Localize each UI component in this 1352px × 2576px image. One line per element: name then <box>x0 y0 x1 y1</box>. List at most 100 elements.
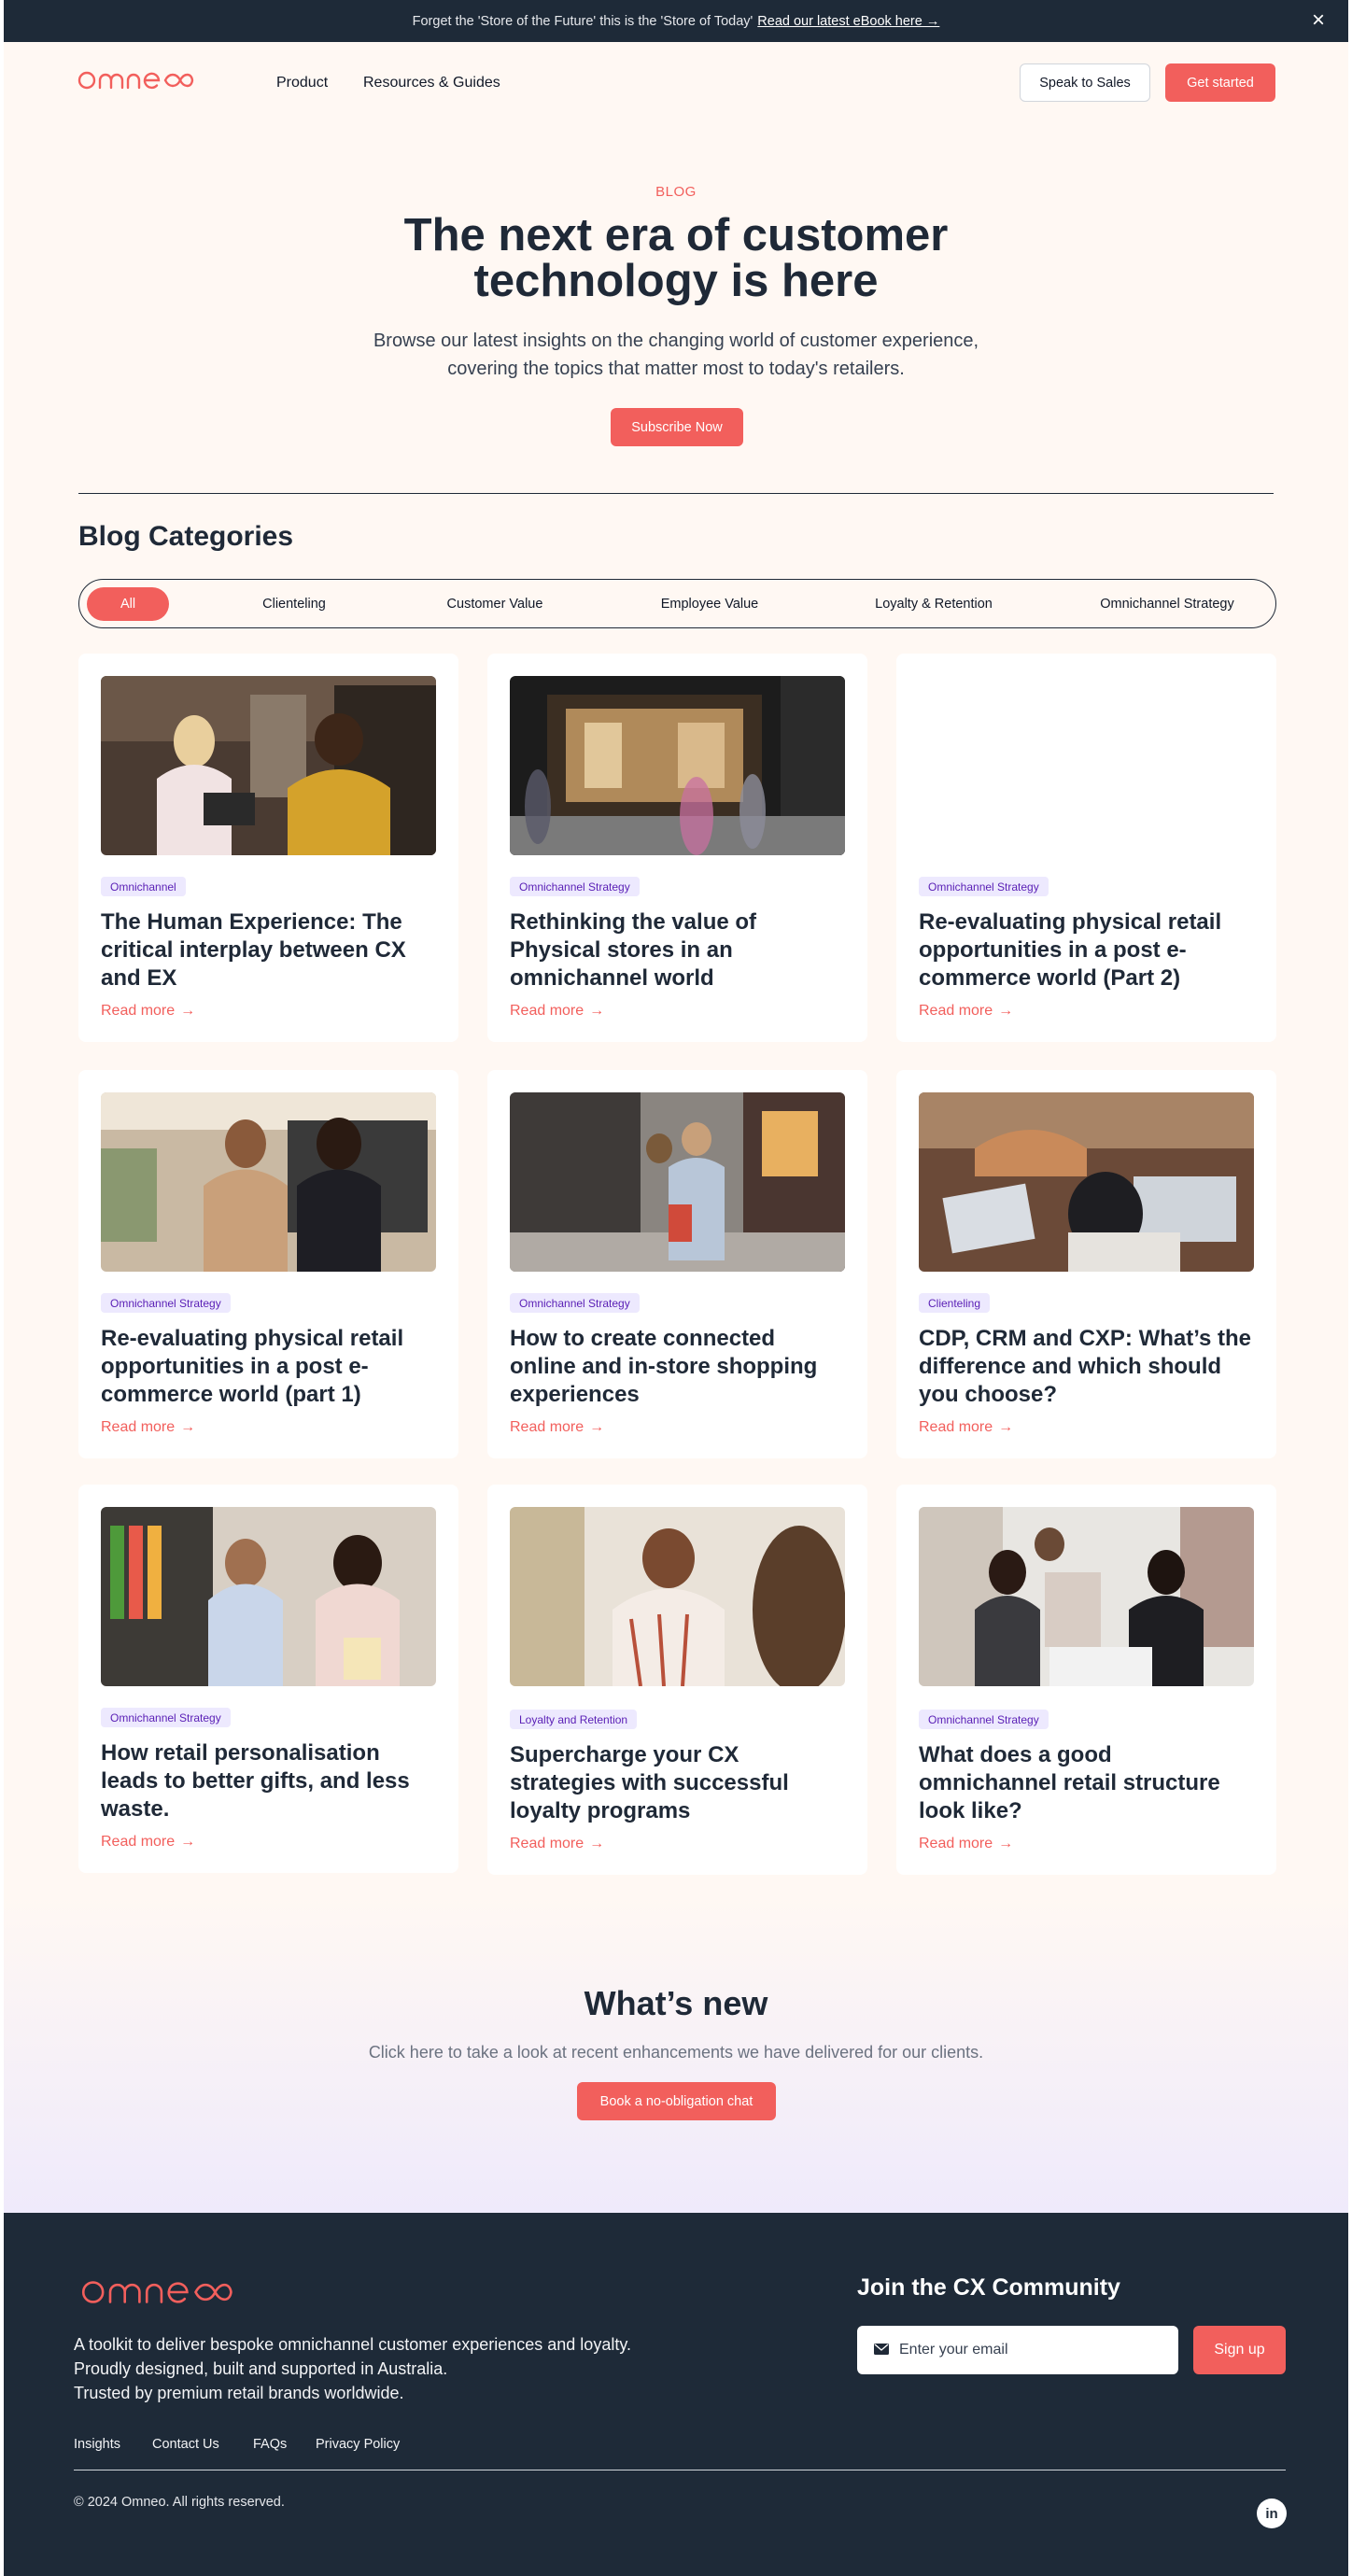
post-tag[interactable]: Loyalty and Retention <box>510 1710 638 1729</box>
post-title[interactable]: How retail personalisation leads to bett… <box>101 1739 437 1823</box>
read-more-label: Read more <box>510 1003 584 1019</box>
whats-new-title: What’s new <box>584 1984 768 2022</box>
post-tag[interactable]: Omnichannel <box>101 877 186 896</box>
categories-title: Blog Categories <box>78 521 294 552</box>
post-card[interactable]: Clienteling CDP, CRM and CXP: What’s the… <box>896 1070 1276 1458</box>
post-card[interactable]: Omnichannel Strategy Re-evaluating physi… <box>896 654 1276 1042</box>
post-card[interactable]: Omnichannel Strategy What does a good om… <box>896 1485 1276 1875</box>
post-image <box>101 1092 436 1272</box>
post-tag[interactable]: Omnichannel Strategy <box>510 877 640 896</box>
copyright: © 2024 Omneo. All rights reserved. <box>74 2495 285 2510</box>
post-image <box>510 1092 845 1272</box>
post-image <box>510 1507 845 1686</box>
category-pill-loyalty-retention[interactable]: Loyalty & Retention <box>850 587 1018 621</box>
announcement-link[interactable]: Read our latest eBook here → <box>757 14 939 29</box>
post-image <box>919 1507 1254 1686</box>
category-pill-all[interactable]: All <box>87 587 169 621</box>
post-title[interactable]: Re-evaluating physical retail opportunit… <box>919 908 1255 992</box>
read-more-label: Read more <box>919 1419 993 1435</box>
read-more-label: Read more <box>101 1003 176 1019</box>
post-title[interactable]: Supercharge your CX strategies with succ… <box>510 1741 846 1825</box>
hero-subtitle: Browse our latest insights on the changi… <box>373 331 979 379</box>
arrow-right-icon: → <box>998 1419 1014 1435</box>
join-community-title: Join the CX Community <box>857 2274 1120 2301</box>
whats-new-subtitle[interactable]: Click here to take a look at recent enha… <box>4 2043 1348 2062</box>
arrow-right-icon: → <box>998 1836 1014 1851</box>
post-card[interactable]: Loyalty and Retention Supercharge your C… <box>487 1485 867 1875</box>
post-card[interactable]: Omnichannel Strategy How retail personal… <box>78 1485 458 1873</box>
post-card[interactable]: Omnichannel The Human Experience: The cr… <box>78 654 458 1042</box>
page: Forget the 'Store of the Future' this is… <box>4 0 1348 2576</box>
get-started-button[interactable]: Get started <box>1165 63 1275 102</box>
read-more-link[interactable]: Read more → <box>101 1003 195 1020</box>
close-icon[interactable]: × <box>1309 9 1328 32</box>
post-image <box>101 1507 436 1686</box>
post-tag[interactable]: Omnichannel Strategy <box>919 877 1049 896</box>
read-more-link[interactable]: Read more → <box>101 1834 195 1851</box>
category-pill-customer-value[interactable]: Customer Value <box>425 587 565 621</box>
arrow-right-icon: → <box>180 1003 196 1019</box>
linkedin-icon[interactable]: in <box>1257 2499 1287 2528</box>
post-title[interactable]: Re-evaluating physical retail opportunit… <box>101 1325 437 1409</box>
email-input[interactable]: Enter your email <box>857 2326 1178 2374</box>
post-title[interactable]: The Human Experience: The critical inter… <box>101 908 437 992</box>
footer-link-insights[interactable]: Insights <box>74 2437 120 2452</box>
footer-link-faqs[interactable]: FAQs <box>253 2437 287 2452</box>
signup-button[interactable]: Sign up <box>1193 2326 1286 2374</box>
arrow-right-icon: → <box>589 1003 605 1019</box>
post-image <box>101 676 436 855</box>
speak-to-sales-button[interactable]: Speak to Sales <box>1020 63 1150 102</box>
read-more-label: Read more <box>510 1419 584 1435</box>
footer-description: A toolkit to deliver bespoke omnichannel… <box>74 2332 631 2405</box>
hero-eyebrow: BLOG <box>655 184 697 200</box>
post-title[interactable]: Rethinking the value of Physical stores … <box>510 908 846 992</box>
footer-brand-logo[interactable] <box>74 2276 242 2308</box>
read-more-link[interactable]: Read more → <box>919 1003 1013 1020</box>
footer-desc-line: Trusted by premium retail brands worldwi… <box>74 2384 404 2402</box>
category-filter-bar: All Clienteling Customer Value Employee … <box>78 579 1276 628</box>
arrow-right-icon: → <box>180 1834 196 1850</box>
post-tag[interactable]: Omnichannel Strategy <box>919 1710 1049 1729</box>
category-pill-employee-value[interactable]: Employee Value <box>640 587 780 621</box>
section-divider <box>78 493 1274 494</box>
read-more-link[interactable]: Read more → <box>919 1836 1013 1852</box>
footer: A toolkit to deliver bespoke omnichannel… <box>4 2213 1348 2576</box>
book-chat-button[interactable]: Book a no-obligation chat <box>577 2082 776 2120</box>
footer-desc-line: Proudly designed, built and supported in… <box>74 2359 448 2378</box>
post-tag[interactable]: Omnichannel Strategy <box>510 1293 640 1313</box>
post-tag[interactable]: Omnichannel Strategy <box>101 1293 231 1313</box>
post-card[interactable]: Omnichannel Strategy Rethinking the valu… <box>487 654 867 1042</box>
read-more-link[interactable]: Read more → <box>510 1003 604 1020</box>
read-more-label: Read more <box>919 1836 993 1851</box>
post-tag[interactable]: Omnichannel Strategy <box>101 1708 231 1727</box>
post-tag[interactable]: Clienteling <box>919 1293 991 1313</box>
announcement-bar: Forget the 'Store of the Future' this is… <box>4 0 1348 42</box>
read-more-link[interactable]: Read more → <box>510 1419 604 1436</box>
nav-link-resources[interactable]: Resources & Guides <box>363 75 500 91</box>
category-pill-clienteling[interactable]: Clienteling <box>238 587 350 621</box>
post-title[interactable]: How to create connected online and in-st… <box>510 1325 846 1409</box>
read-more-label: Read more <box>510 1836 584 1851</box>
read-more-label: Read more <box>101 1834 176 1850</box>
footer-link-privacy[interactable]: Privacy Policy <box>316 2437 400 2452</box>
category-pill-omnichannel-strategy[interactable]: Omnichannel Strategy <box>1074 587 1260 621</box>
post-card[interactable]: Omnichannel Strategy How to create conne… <box>487 1070 867 1458</box>
email-placeholder: Enter your email <box>899 2342 1008 2358</box>
read-more-link[interactable]: Read more → <box>101 1419 195 1436</box>
brand-logo[interactable] <box>77 68 195 92</box>
read-more-link[interactable]: Read more → <box>510 1836 604 1852</box>
post-title[interactable]: What does a good omnichannel retail stru… <box>919 1741 1255 1825</box>
arrow-right-icon: → <box>180 1419 196 1435</box>
read-more-link[interactable]: Read more → <box>919 1419 1013 1436</box>
subscribe-button[interactable]: Subscribe Now <box>611 408 743 446</box>
post-card[interactable]: Omnichannel Strategy Re-evaluating physi… <box>78 1070 458 1458</box>
announcement-text: Forget the 'Store of the Future' this is… <box>412 13 753 29</box>
footer-desc-line: A toolkit to deliver bespoke omnichannel… <box>74 2335 631 2354</box>
arrow-right-icon: → <box>589 1836 605 1851</box>
read-more-label: Read more <box>101 1419 176 1435</box>
post-title[interactable]: CDP, CRM and CXP: What’s the difference … <box>919 1325 1255 1409</box>
nav-link-product[interactable]: Product <box>276 75 328 91</box>
hero-title: The next era of customer technology is h… <box>403 210 949 306</box>
top-nav: Product Resources & Guides Speak to Sale… <box>4 42 1348 126</box>
footer-link-contact[interactable]: Contact Us <box>152 2437 219 2452</box>
